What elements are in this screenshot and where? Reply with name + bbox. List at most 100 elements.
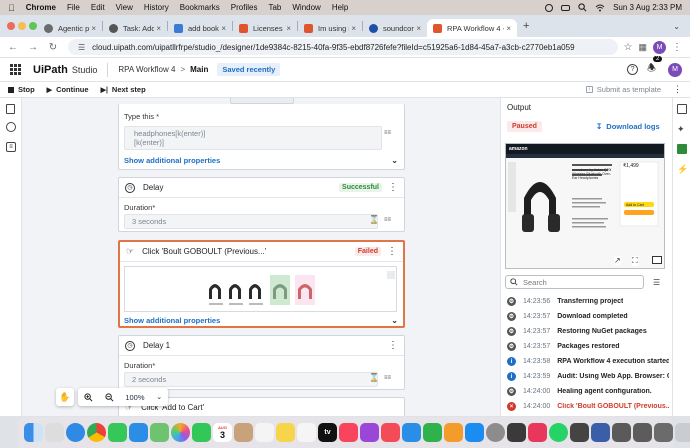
back-arrow-icon[interactable]: ←: [6, 42, 20, 53]
file-name[interactable]: Main: [190, 65, 208, 74]
delay-activity-card[interactable]: ◷ Delay Successful ⋮ Duration* 3 seconds…: [118, 177, 405, 232]
maximize-window-button[interactable]: [29, 22, 37, 30]
pages-icon[interactable]: [444, 423, 463, 442]
search-icon[interactable]: [578, 3, 587, 12]
menubar-datetime[interactable]: Sun 3 Aug 2:33 PM: [613, 3, 682, 12]
browser-tab[interactable]: Licenses - Adminis×: [233, 19, 297, 37]
browser-tab[interactable]: soundcore by Anke×: [363, 19, 427, 37]
app-dock-icon[interactable]: [612, 423, 631, 442]
expression-editor-icon[interactable]: ≡≡: [384, 375, 391, 381]
wifi-icon[interactable]: [595, 4, 605, 12]
autopilot-sparkle-icon[interactable]: ✦: [677, 124, 685, 135]
notifications-bell-icon[interactable]: 🕭 2: [647, 56, 663, 78]
reminders-icon[interactable]: [255, 423, 274, 442]
address-bar[interactable]: ☰ cloud.uipath.com/uipatllrfrpe/studio_/…: [68, 39, 618, 55]
close-tab-icon[interactable]: ×: [351, 24, 356, 33]
zoom-out-icon[interactable]: [104, 392, 114, 402]
help-icon[interactable]: ?: [627, 64, 639, 75]
close-tab-icon[interactable]: ×: [156, 24, 161, 33]
system-settings-icon[interactable]: [486, 423, 505, 442]
profile-avatar[interactable]: M: [653, 40, 666, 54]
podcasts-icon[interactable]: [360, 423, 379, 442]
activity-menu-icon[interactable]: ⋮: [387, 246, 397, 257]
log-entry[interactable]: ⚙ 14:23:57 Download completed: [507, 309, 669, 324]
stop-button[interactable]: Stop: [8, 85, 35, 94]
app-dock-icon[interactable]: [591, 423, 610, 442]
show-additional-properties-link[interactable]: Show additional properties ⌄: [124, 316, 398, 325]
app-dock-icon[interactable]: [654, 423, 673, 442]
tab-search-chevron-icon[interactable]: ⌄: [673, 22, 680, 31]
menu-bookmarks[interactable]: Bookmarks: [180, 3, 220, 12]
project-name[interactable]: RPA Workflow 4: [118, 65, 175, 74]
menu-profiles[interactable]: Profiles: [231, 3, 258, 12]
notes-icon[interactable]: [276, 423, 295, 442]
log-entry[interactable]: ⚙ 14:23:57 Restoring NuGet packages: [507, 324, 669, 339]
zoom-level[interactable]: 100%: [125, 393, 144, 402]
menu-edit[interactable]: Edit: [91, 3, 105, 12]
expression-editor-icon[interactable]: ≡≡: [384, 217, 391, 223]
menu-chrome[interactable]: Chrome: [26, 3, 56, 12]
browser-tab[interactable]: Im using mac - Age×: [298, 19, 362, 37]
log-entry[interactable]: i 14:23:58 RPA Workflow 4 execution starte…: [507, 354, 669, 369]
music-app-icon[interactable]: [528, 423, 547, 442]
menu-file[interactable]: File: [67, 3, 80, 12]
browser-menu-icon[interactable]: ⋮: [672, 42, 682, 53]
hourglass-icon[interactable]: ⌛: [369, 373, 379, 382]
close-tab-icon[interactable]: ×: [286, 24, 291, 33]
mail-icon[interactable]: [129, 423, 148, 442]
minimize-window-button[interactable]: [18, 22, 26, 30]
data-manager-icon[interactable]: ≡: [6, 142, 16, 152]
show-additional-properties-link[interactable]: Show additional properties ⌄: [124, 156, 398, 165]
close-tab-icon[interactable]: ×: [506, 24, 511, 33]
submit-template-button[interactable]: ↑ Submit as template: [585, 85, 661, 94]
download-logs-button[interactable]: ↧ Download logs: [596, 122, 660, 131]
history-clock-icon[interactable]: [6, 122, 16, 132]
news-icon[interactable]: [381, 423, 400, 442]
log-entry-error[interactable]: × 14:24:00 Click 'Boult GOBOULT (Previous.…: [507, 399, 669, 414]
healing-agent-icon[interactable]: ⚡: [677, 164, 688, 175]
menu-help[interactable]: Help: [332, 3, 348, 12]
fullscreen-icon[interactable]: ⛶: [632, 256, 638, 266]
browser-tab-active[interactable]: RPA Workflow 4 - ×: [427, 19, 517, 37]
designer-canvas[interactable]: Type this * headphones[k(enter)] [k(ente…: [22, 98, 500, 416]
uipath-logo[interactable]: UiPath: [33, 64, 68, 76]
record-icon[interactable]: [545, 3, 554, 12]
browser-tab[interactable]: Task: Add an authe×: [103, 19, 167, 37]
freeform-icon[interactable]: [297, 423, 316, 442]
close-tab-icon[interactable]: ×: [221, 24, 226, 33]
properties-panel-icon[interactable]: [677, 104, 687, 114]
whatsapp-icon[interactable]: [549, 423, 568, 442]
zoom-dropdown-chevron-icon[interactable]: ⌄: [156, 393, 162, 401]
activity-menu-icon[interactable]: ⋮: [388, 340, 398, 351]
finder-icon[interactable]: [24, 423, 43, 442]
log-entry[interactable]: ⚙ 14:24:00 Healing agent configuration.: [507, 384, 669, 399]
extensions-icon[interactable]: ▦: [638, 42, 647, 53]
new-tab-icon[interactable]: +: [523, 20, 529, 32]
continue-button[interactable]: ▶ Continue: [47, 85, 89, 94]
maps-icon[interactable]: [150, 423, 169, 442]
messages-icon[interactable]: [108, 423, 127, 442]
log-search-input[interactable]: Search: [505, 275, 644, 289]
app-launcher-grid-icon[interactable]: [10, 64, 21, 75]
app-store-icon[interactable]: [465, 423, 484, 442]
duration-field[interactable]: 3 seconds: [124, 214, 378, 229]
duration-field[interactable]: 2 seconds: [124, 372, 378, 387]
user-avatar[interactable]: M: [668, 62, 682, 77]
browser-preview-screenshot[interactable]: amazon ₹1,499 soundcore by Anker Q20i Wi…: [505, 143, 665, 269]
launchpad-icon[interactable]: [45, 423, 64, 442]
photos-icon[interactable]: [171, 423, 190, 442]
hourglass-icon[interactable]: ⌛: [369, 215, 379, 224]
close-tab-icon[interactable]: ×: [91, 24, 96, 33]
contacts-icon[interactable]: [234, 423, 253, 442]
pan-hand-tool-button[interactable]: ✋: [56, 388, 74, 406]
numbers-icon[interactable]: [423, 423, 442, 442]
menu-view[interactable]: View: [116, 3, 133, 12]
next-step-button[interactable]: ▶| Next step: [101, 85, 146, 94]
chrome-icon[interactable]: [87, 423, 106, 442]
music-icon[interactable]: [339, 423, 358, 442]
files-icon[interactable]: [6, 104, 15, 114]
app-dock-icon[interactable]: [570, 423, 589, 442]
zoom-in-icon[interactable]: [84, 392, 93, 402]
browser-tab[interactable]: add book - post AP×: [168, 19, 232, 37]
trash-icon[interactable]: [675, 423, 690, 442]
